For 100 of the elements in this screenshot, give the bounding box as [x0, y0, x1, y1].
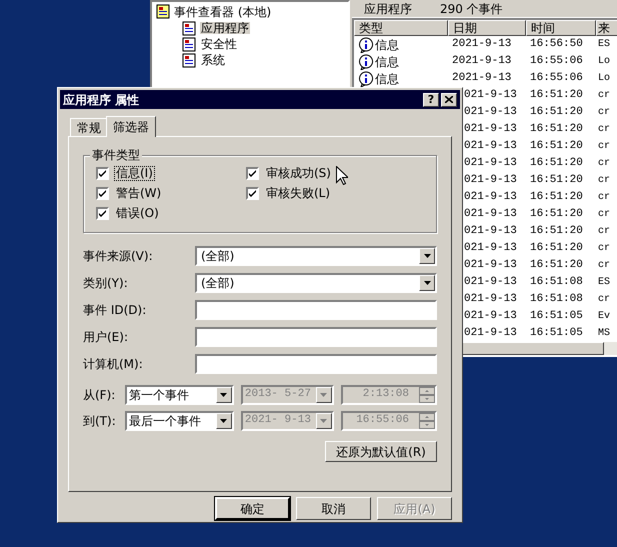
dialog-title: 应用程序 属性 — [63, 92, 140, 108]
arrow-down-icon — [424, 280, 430, 284]
table-cell-text: 2021-9-13 — [452, 37, 512, 52]
close-icon — [445, 96, 453, 103]
field-label: 用户(E): — [83, 328, 129, 346]
column-header[interactable]: 日期 — [448, 20, 526, 36]
checkbox[interactable] — [246, 187, 259, 200]
checkmark-icon — [249, 190, 256, 197]
table-cell-text: 16:51:20 — [530, 190, 583, 206]
table-cell-text: 021-9-13 — [464, 275, 517, 290]
table-cell-text: 2021-9-13 — [452, 71, 512, 86]
dropdown-arrow-button[interactable] — [419, 274, 435, 290]
info-icon — [358, 36, 374, 52]
checkbox-label[interactable]: 错误(O) — [114, 206, 161, 221]
field-label: 计算机(M): — [83, 356, 144, 372]
arrow-down-icon — [424, 254, 430, 258]
table-cell-text: 16:56:50 — [530, 37, 583, 52]
checkmark-icon — [249, 170, 256, 177]
table-cell-text: 16:51:20 — [530, 224, 583, 240]
table-cell-text: cr — [598, 89, 610, 103]
table-cell-text: 2021-9-13 — [452, 54, 512, 70]
table-cell-text: 021-9-13 — [464, 309, 517, 324]
restore-defaults-button[interactable]: 还原为默认值(R) — [325, 441, 437, 462]
log-file-icon — [182, 52, 196, 68]
table-cell-text: 021-9-13 — [464, 122, 517, 138]
column-header[interactable]: 来 — [596, 20, 617, 36]
table-cell-text: cr — [598, 106, 610, 120]
input-field[interactable] — [195, 354, 437, 374]
event-count: 290 个事件 — [440, 0, 503, 18]
table-cell-text: 021-9-13 — [464, 258, 517, 274]
field-label: 事件 ID(D): — [83, 302, 148, 318]
table-cell-text: 16:51:05 — [530, 326, 583, 342]
table-cell-text: 16:51:20 — [530, 241, 583, 256]
table-cell-text: cr — [598, 174, 610, 188]
dialog-button[interactable]: 取消 — [296, 497, 371, 520]
table-cell-text: Lo — [598, 55, 610, 69]
log-file-icon — [182, 20, 196, 36]
table-cell-text: 16:51:08 — [530, 275, 583, 290]
table-cell-text: cr — [598, 123, 610, 137]
table-cell-text: 021-9-13 — [464, 105, 517, 120]
column-header[interactable]: 类型 — [354, 20, 448, 36]
tab[interactable]: 常规 — [70, 118, 108, 136]
dialog-button[interactable]: 确定 — [215, 497, 290, 520]
table-cell-text: 信息 — [375, 70, 399, 88]
help-button[interactable]: ? — [423, 92, 439, 106]
table-cell-text: 16:51:20 — [530, 122, 583, 138]
checkbox-label[interactable]: 信息(I) — [114, 166, 155, 181]
input-field[interactable] — [195, 326, 437, 346]
table-cell-text: 16:51:20 — [530, 139, 583, 154]
field-label: 事件来源(V): — [83, 248, 154, 264]
checkbox-label[interactable]: 审核成功(S) — [264, 166, 333, 181]
table-cell-text: 021-9-13 — [464, 207, 517, 222]
checkbox[interactable] — [96, 167, 109, 180]
dropdown[interactable]: (全部) — [195, 272, 437, 292]
close-button[interactable] — [441, 92, 457, 106]
log-title: 应用程序 — [364, 0, 412, 18]
checkbox[interactable] — [96, 207, 109, 220]
table-cell-text: 021-9-13 — [464, 241, 517, 256]
table-cell-text: 16:51:05 — [530, 309, 583, 324]
checkbox[interactable] — [96, 187, 109, 200]
dropdown-arrow-button[interactable] — [216, 386, 232, 402]
table-cell-text: 16:51:20 — [530, 105, 583, 120]
input-field[interactable] — [195, 300, 437, 320]
tree-item[interactable]: 事件查看器 (本地) — [174, 6, 272, 18]
log-file-icon — [182, 36, 196, 52]
tree-item[interactable]: 应用程序 — [200, 22, 250, 34]
table-cell-text: cr — [598, 242, 610, 256]
table-cell-text: cr — [598, 293, 610, 307]
tab[interactable]: 筛选器 — [106, 116, 156, 137]
table-cell-text: 16:51:20 — [530, 156, 583, 172]
tree-item[interactable]: 系统 — [200, 54, 226, 66]
table-cell-text: cr — [598, 191, 610, 205]
checkbox-label[interactable]: 警告(W) — [114, 186, 164, 201]
dropdown[interactable]: (全部) — [195, 246, 437, 266]
range-label: 到(T): — [83, 412, 117, 430]
table-cell-text: Lo — [598, 72, 610, 86]
table-cell-text: cr — [598, 208, 610, 222]
checkbox[interactable] — [246, 167, 259, 180]
column-header[interactable]: 时间 — [526, 20, 596, 36]
group-title: 事件类型 — [90, 148, 142, 162]
table-cell-text: 021-9-13 — [464, 292, 517, 308]
mouse-cursor-icon — [336, 166, 348, 185]
checkmark-icon — [99, 170, 106, 177]
table-cell-text: MS — [598, 327, 610, 341]
field-label: 类别(Y): — [83, 274, 129, 292]
checkbox-label[interactable]: 审核失败(L) — [264, 186, 332, 201]
table-cell-text: 16:51:08 — [530, 292, 583, 308]
table-cell-text: 021-9-13 — [464, 190, 517, 206]
table-cell-text: Ev — [598, 310, 610, 324]
event-viewer-icon — [156, 4, 170, 19]
table-cell-text: ES — [598, 276, 610, 290]
table-cell-text: ES — [598, 38, 610, 52]
table-cell-text: 021-9-13 — [464, 224, 517, 240]
tree-item[interactable]: 安全性 — [200, 38, 238, 50]
dropdown-arrow-button[interactable] — [216, 412, 232, 428]
table-cell-text: 信息 — [375, 36, 399, 54]
dropdown-arrow-button[interactable] — [419, 248, 435, 264]
arrow-down-icon — [220, 418, 228, 422]
table-cell-text: 16:55:06 — [530, 54, 583, 70]
checkmark-icon — [99, 210, 106, 217]
